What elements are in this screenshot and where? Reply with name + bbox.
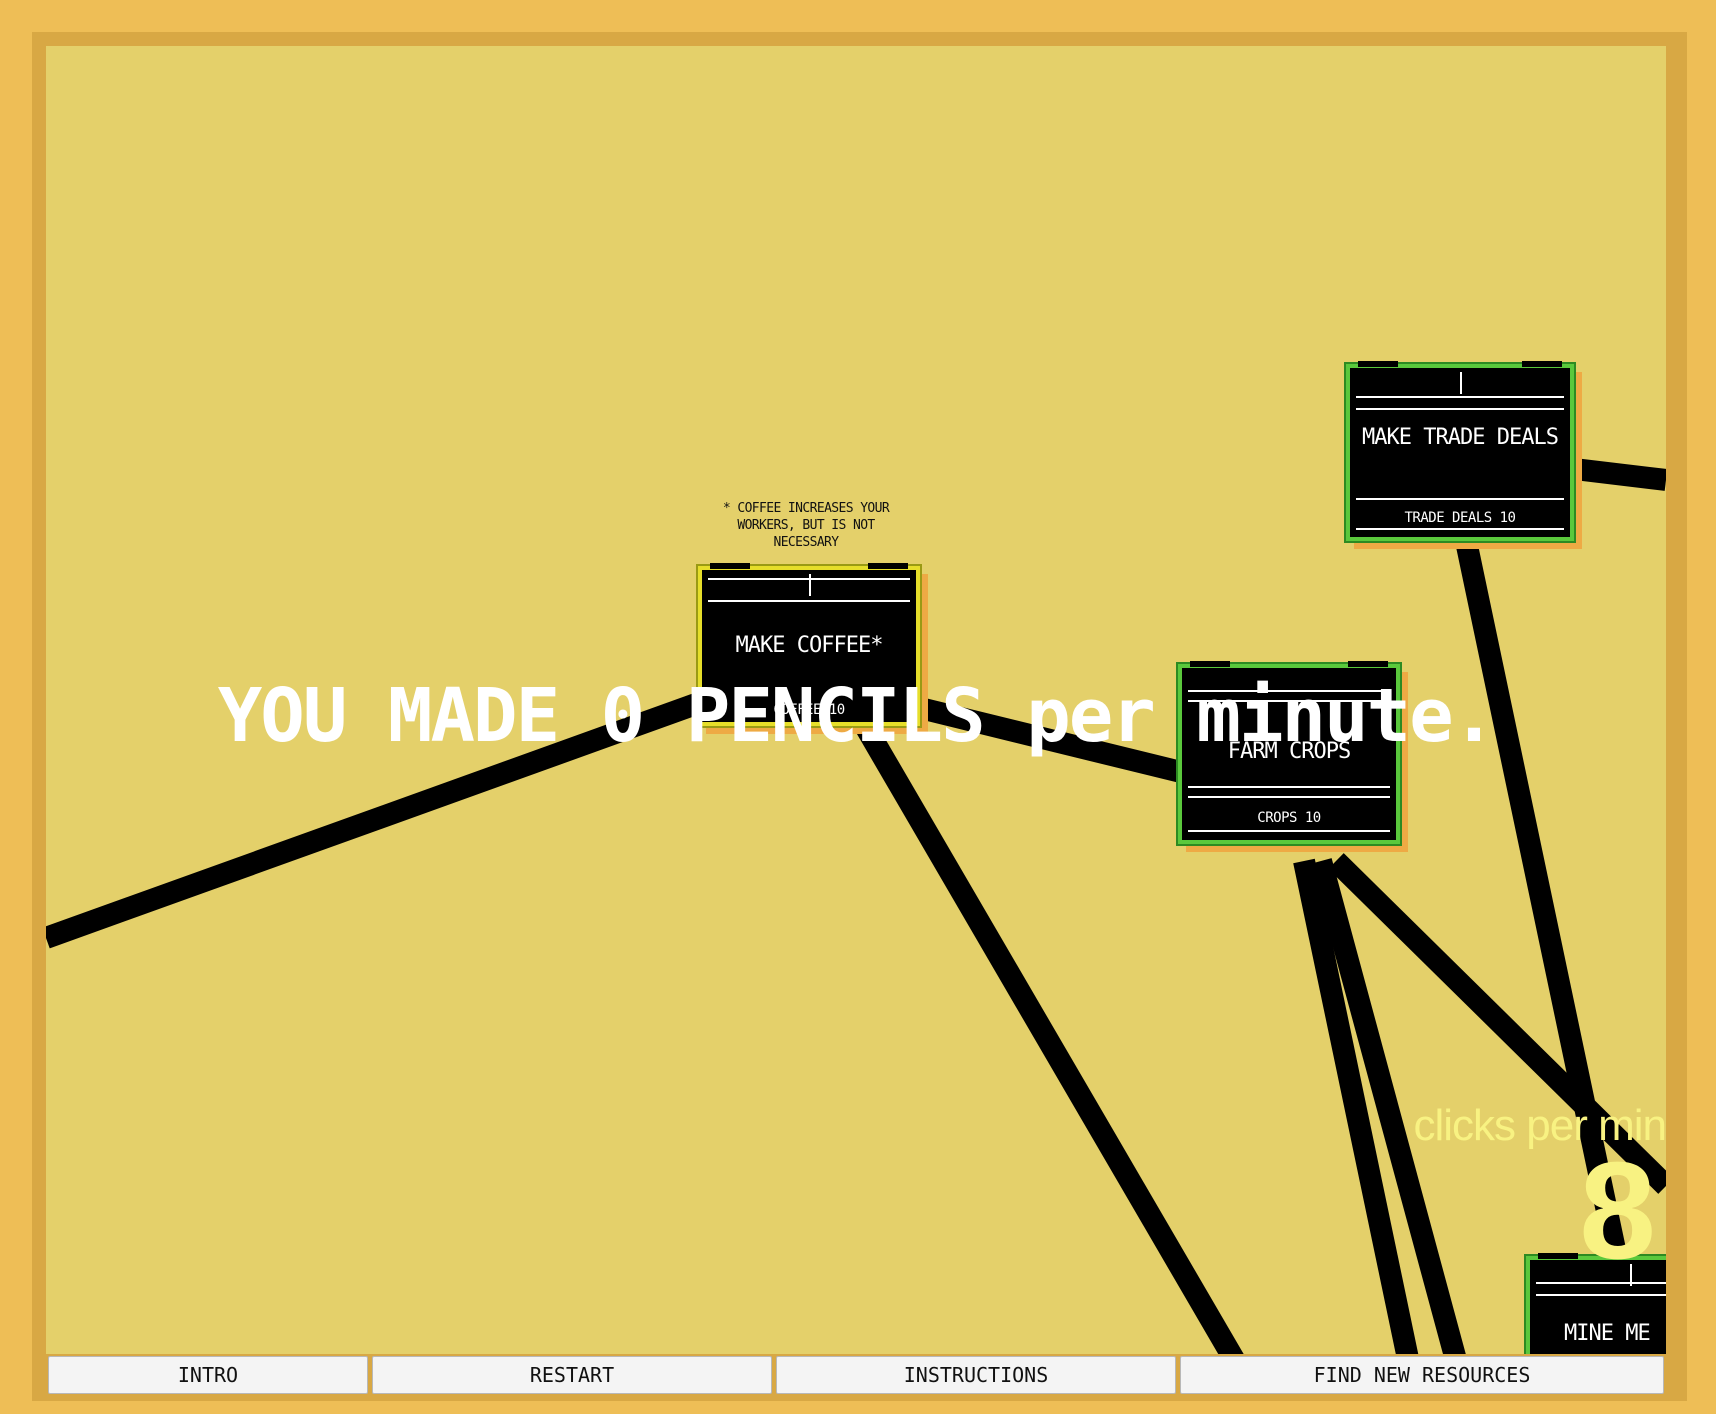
node-tab — [1522, 361, 1562, 367]
trade-deals-count: TRADE DEALS 10 — [1404, 510, 1516, 526]
crops-count: CROPS 10 — [1257, 810, 1321, 826]
instructions-button[interactable]: INSTRUCTIONS — [776, 1356, 1176, 1394]
node-tab — [1358, 361, 1398, 367]
node-divider — [1536, 1294, 1666, 1296]
node-divider — [1356, 498, 1564, 500]
node-divider — [809, 574, 811, 596]
mine-metal-title: MINE ME — [1564, 1321, 1651, 1346]
node-divider — [1460, 372, 1462, 394]
node-tab — [1190, 661, 1230, 667]
make-trade-deals-node[interactable]: MAKE TRADE DEALS TRADE DEALS 10 — [1346, 361, 1574, 541]
node-tab — [868, 563, 908, 569]
restart-button[interactable]: RESTART — [372, 1356, 772, 1394]
node-tab — [1538, 1253, 1578, 1259]
intro-button[interactable]: INTRO — [48, 1356, 368, 1394]
node-divider — [1188, 786, 1390, 788]
make-trade-deals-title: MAKE TRADE DEALS — [1362, 425, 1559, 450]
clicks-per-min-value: 8 — [1579, 1134, 1656, 1288]
find-new-resources-button[interactable]: FIND NEW RESOURCES — [1180, 1356, 1664, 1394]
node-divider — [1188, 796, 1390, 798]
make-coffee-title: MAKE COFFEE* — [735, 633, 884, 658]
connector-line — [1564, 457, 1666, 491]
bottom-nav-bar: INTRO RESTART INSTRUCTIONS FIND NEW RESO… — [46, 1354, 1666, 1397]
node-divider — [708, 600, 910, 602]
node-divider — [1356, 396, 1564, 398]
coffee-note: * COFFEE INCREASES YOUR WORKERS, BUT IS … — [722, 501, 890, 550]
node-divider — [1356, 408, 1564, 410]
node-tab — [710, 563, 750, 569]
node-tab — [1348, 661, 1388, 667]
pencils-per-minute-message: YOU MADE 0 PENCILS per minute. — [217, 673, 1497, 759]
node-divider — [1356, 528, 1564, 530]
node-divider — [1188, 830, 1390, 832]
game-board: * COFFEE INCREASES YOUR WORKERS, BUT IS … — [46, 46, 1666, 1397]
